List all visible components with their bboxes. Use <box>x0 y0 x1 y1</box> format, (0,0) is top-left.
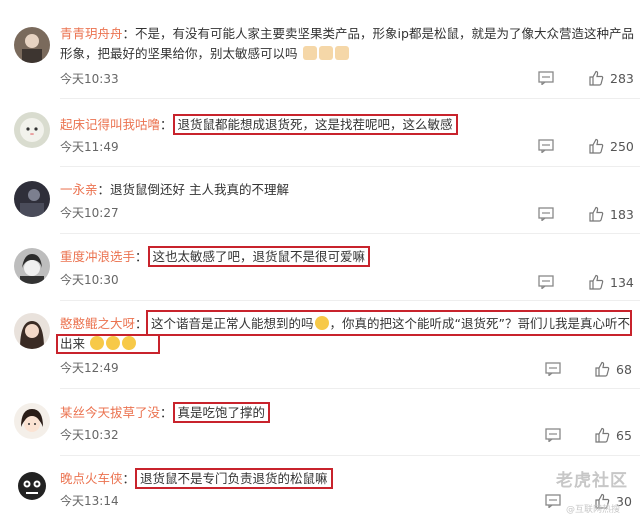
comment-icon <box>538 71 554 85</box>
timestamp: 今天10:30 <box>60 273 119 287</box>
like-count: 65 <box>616 427 632 443</box>
avatar[interactable] <box>14 403 50 439</box>
username[interactable]: 憨憨鲲之大呀 <box>60 316 135 331</box>
comment-icon <box>545 494 561 508</box>
like-count: 183 <box>610 206 634 222</box>
thumbs-up-icon <box>589 274 604 290</box>
comment-text: ，你真的把这个能听成“退货死”？哥们儿我是真心听不 <box>329 316 630 331</box>
separator: ： <box>97 182 111 197</box>
comment-line: 这个谐音是正常人能想到的吗 ，你真的把这个能听成“退货死”？哥们儿我是真心听不 <box>151 314 630 333</box>
comment-icon <box>545 362 561 376</box>
separator: ： <box>160 405 173 420</box>
avatar[interactable] <box>14 468 50 504</box>
comment-line: 青青玥舟舟：不是，有没有可能人家主要卖坚果类产品，形象ip都是松鼠，就是为了像大… <box>60 24 634 43</box>
comment-button[interactable] <box>538 139 554 153</box>
comment-button[interactable] <box>538 275 554 289</box>
avatar[interactable] <box>14 27 50 63</box>
comment-text: 出来 <box>60 336 86 351</box>
username[interactable]: 一永亲 <box>60 182 98 197</box>
crying-emoji-icon <box>314 316 329 330</box>
clap-emoji-icon <box>318 46 333 60</box>
username[interactable]: 某丝今天拔草了没 <box>60 405 160 420</box>
separator: ： <box>122 471 136 486</box>
crying-emoji-icon <box>122 336 136 350</box>
like-button[interactable]: 134 <box>588 274 634 290</box>
highlighted-comment-text: 退货鼠都能想成退货死，这是找茬呢吧，这么敏感 <box>172 114 458 135</box>
comment-text: 这个谐音是正常人能想到的吗 <box>151 316 314 331</box>
crying-emoji-icon <box>90 336 104 350</box>
timestamp: 今天13:14 <box>60 494 119 508</box>
thumbs-up-icon <box>595 427 610 443</box>
comment-button[interactable] <box>538 71 554 85</box>
username[interactable]: 起床记得叫我咕噜 <box>60 117 160 132</box>
comment-line: 晚点火车侠： 退货鼠不是专门负责退货的松鼠嘛 <box>60 468 333 489</box>
avatar[interactable] <box>14 181 50 217</box>
divider <box>60 455 640 456</box>
comment-button[interactable] <box>538 207 554 221</box>
highlighted-comment-text: 这也太敏感了吧，退货鼠不是很可爱嘛 <box>147 246 371 267</box>
username[interactable]: 晚点火车侠 <box>60 471 123 486</box>
comment-icon <box>538 207 554 221</box>
thumbs-up-icon <box>589 206 604 222</box>
comment-line: 某丝今天拔草了没： 真是吃饱了撑的 <box>60 402 271 423</box>
avatar[interactable] <box>14 248 50 284</box>
comment-button[interactable] <box>545 494 561 508</box>
crying-emoji-icon <box>106 336 120 350</box>
comment-icon <box>538 139 554 153</box>
comment-icon <box>545 428 561 442</box>
thumbs-up-icon <box>589 70 604 86</box>
comment-text: 退货鼠倒还好 主人我真的不理解 <box>110 182 290 197</box>
highlighted-comment-text: 退货鼠不是专门负责退货的松鼠嘛 <box>135 468 333 489</box>
like-button[interactable]: 283 <box>588 70 634 86</box>
divider <box>60 98 640 99</box>
like-count: 68 <box>616 361 632 377</box>
divider <box>60 166 640 167</box>
comment-button[interactable] <box>545 428 561 442</box>
username[interactable]: 重度冲浪选手 <box>60 249 135 264</box>
thumbs-up-icon <box>595 361 610 377</box>
divider <box>60 388 640 389</box>
comment-icon <box>538 275 554 289</box>
like-button[interactable]: 65 <box>594 427 632 443</box>
avatar[interactable] <box>14 112 50 148</box>
thumbs-up-icon <box>589 138 604 154</box>
divider <box>60 233 640 234</box>
timestamp: 今天11:49 <box>60 140 119 154</box>
watermark: 老虎社区 <box>556 471 628 491</box>
timestamp: 今天12:49 <box>60 361 119 375</box>
comment-line: 形象，把最好的坚果给你，别太敏感可以吗 <box>60 44 350 63</box>
comment-line: 出来 <box>60 334 137 353</box>
separator: ： <box>122 26 136 41</box>
like-button[interactable]: 68 <box>594 361 632 377</box>
like-count: 134 <box>610 274 634 290</box>
clap-emoji-icon <box>334 46 349 60</box>
separator: ： <box>160 117 173 132</box>
timestamp: 今天10:32 <box>60 428 119 442</box>
comment-line: 一永亲：退货鼠倒还好 主人我真的不理解 <box>60 180 289 199</box>
username[interactable]: 青青玥舟舟 <box>60 26 123 41</box>
separator: ： <box>135 249 148 264</box>
like-count: 250 <box>610 138 634 154</box>
divider <box>60 300 640 301</box>
comment-text: 不是，有没有可能人家主要卖坚果类产品，形象ip都是松鼠，就是为了像大众营造这种产… <box>135 26 634 41</box>
clap-emoji-icon <box>302 46 317 60</box>
timestamp: 今天10:33 <box>60 72 119 86</box>
comment-line: 起床记得叫我咕噜： 退货鼠都能想成退货死，这是找茬呢吧，这么敏感 <box>60 114 458 135</box>
comment-text: 形象，把最好的坚果给你，别太敏感可以吗 <box>60 46 298 61</box>
like-button[interactable]: 250 <box>588 138 634 154</box>
like-button[interactable]: 183 <box>588 206 634 222</box>
like-count: 283 <box>610 70 634 86</box>
comment-button[interactable] <box>545 362 561 376</box>
timestamp: 今天10:27 <box>60 206 119 220</box>
comment-line: 重度冲浪选手： 这也太敏感了吧，退货鼠不是很可爱嘛 <box>60 246 371 267</box>
highlighted-comment-text: 真是吃饱了撑的 <box>172 402 271 423</box>
watermark-sub: @互联网热搜 <box>565 505 620 515</box>
comment-line: 憨憨鲲之大呀： <box>60 314 148 333</box>
avatar[interactable] <box>14 313 50 349</box>
